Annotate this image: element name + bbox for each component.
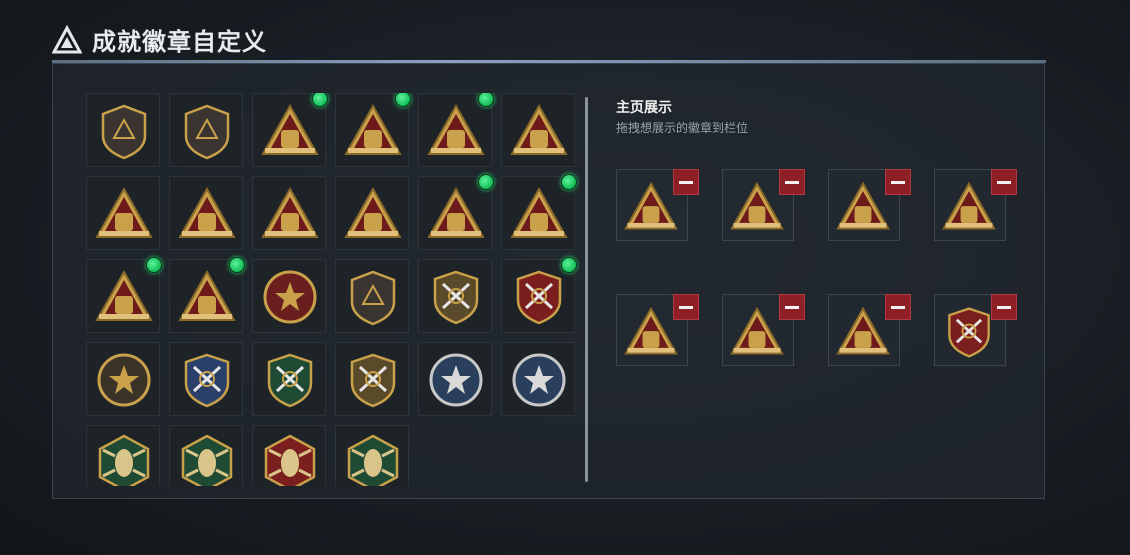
rocket-badge-icon (836, 306, 890, 355)
showcase-slot[interactable] (828, 294, 911, 366)
skull-target-badge-icon (97, 353, 151, 407)
red-star-crest-badge-icon (516, 270, 562, 325)
showcase-slot[interactable] (934, 294, 1017, 366)
case-57-badge-icon (836, 181, 890, 230)
wing-shield-badge-icon (350, 270, 396, 326)
new-indicator-dot (146, 257, 162, 273)
badge-cell[interactable] (169, 342, 243, 416)
star-crest-badge-icon (433, 270, 479, 325)
badge-cell[interactable] (335, 176, 409, 250)
number-one-badge-icon (344, 186, 402, 238)
remove-badge-button[interactable] (885, 169, 911, 195)
dragon-red-badge-icon (264, 434, 316, 486)
sack-55-badge-icon (261, 103, 319, 155)
triangle-logo-icon (52, 24, 82, 53)
new-indicator-dot (395, 93, 411, 107)
badge-grid[interactable] (86, 93, 581, 486)
remove-badge-button[interactable] (673, 294, 699, 320)
showcase-slot[interactable] (722, 169, 805, 241)
showcase-slot[interactable] (722, 294, 805, 366)
remove-badge-button[interactable] (779, 294, 805, 320)
remove-badge-button[interactable] (991, 169, 1017, 195)
badge-cell[interactable] (335, 425, 409, 486)
crate-56-badge-icon (344, 103, 402, 155)
remove-badge-button[interactable] (885, 294, 911, 320)
round-star-badge-icon (263, 270, 317, 324)
badge-cell[interactable] (169, 93, 243, 167)
badge-cell[interactable] (501, 342, 575, 416)
wasp-green-2-badge-icon (181, 434, 233, 486)
backpack-badge-icon (427, 186, 485, 238)
badge-cell[interactable] (86, 93, 160, 167)
showcase-subtitle: 拖拽想展示的徽章到栏位 (616, 121, 749, 135)
badge-cell[interactable] (418, 259, 492, 333)
badge-cell[interactable] (335, 93, 411, 167)
badge-cell[interactable] (335, 342, 409, 416)
badge-cell[interactable] (86, 176, 160, 250)
new-indicator-dot (312, 93, 328, 107)
green-crossed-rifles-badge-icon (267, 353, 313, 408)
remove-badge-button[interactable] (991, 294, 1017, 320)
new-indicator-dot (478, 174, 494, 190)
backpack-badge-icon (624, 306, 678, 355)
badge-cell[interactable] (418, 342, 492, 416)
crate-56-badge-icon (730, 181, 784, 230)
badge-cell[interactable] (252, 342, 326, 416)
showcase-slot[interactable] (934, 169, 1017, 241)
blue-crossed-rifles-badge-icon (184, 353, 230, 408)
badge-cell[interactable] (252, 259, 326, 333)
remove-badge-button[interactable] (673, 169, 699, 195)
gold-crossed-rifles-badge-icon (350, 353, 396, 408)
case-57-badge-icon (427, 103, 485, 155)
new-indicator-dot (229, 257, 245, 273)
hand-sign-badge-icon (178, 186, 236, 238)
badge-cell[interactable] (501, 174, 577, 250)
showcase-slot[interactable] (828, 169, 911, 241)
shield-logo-badge-icon (101, 104, 147, 160)
wasp-gold-badge-icon (347, 434, 399, 486)
new-indicator-dot (561, 257, 577, 273)
badge-cell[interactable] (335, 259, 409, 333)
new-indicator-dot (561, 174, 577, 190)
case-58-badge-icon (510, 103, 568, 155)
rocket-badge-icon (178, 269, 236, 321)
badge-cell[interactable] (501, 257, 577, 333)
badge-cell[interactable] (169, 425, 243, 486)
showcase-slot[interactable] (616, 169, 699, 241)
badge-cell[interactable] (418, 93, 494, 167)
squad-badge-icon (730, 306, 784, 355)
remove-badge-button[interactable] (779, 169, 805, 195)
badge-cell[interactable] (86, 257, 162, 333)
treasure-badge-icon (942, 181, 996, 230)
badge-cell[interactable] (252, 176, 326, 250)
badge-cell[interactable] (86, 425, 160, 486)
badge-cell[interactable] (169, 257, 245, 333)
page-header: 成就徽章自定义 (52, 22, 267, 57)
eagle-silver-badge-icon (512, 353, 566, 407)
badge-cell[interactable] (501, 93, 575, 167)
sack-55-badge-icon (624, 181, 678, 230)
sack-59-badge-icon (95, 186, 153, 238)
red-star-crest-badge-icon (948, 307, 990, 358)
new-indicator-dot (478, 93, 494, 107)
treasure-badge-icon (510, 186, 568, 238)
eagle-blue-badge-icon (429, 353, 483, 407)
helicopter-shield-badge-icon (184, 104, 230, 160)
squad-badge-icon (95, 269, 153, 321)
helmet-badge-icon (261, 186, 319, 238)
badge-cell[interactable] (252, 93, 328, 167)
showcase-title: 主页展示 (616, 100, 672, 116)
badge-cell[interactable] (169, 176, 243, 250)
page-title: 成就徽章自定义 (92, 28, 267, 56)
badge-cell[interactable] (418, 174, 494, 250)
wasp-green-badge-icon (98, 434, 150, 486)
badge-cell[interactable] (86, 342, 160, 416)
badge-panel: 主页展示 拖拽想展示的徽章到栏位 (52, 63, 1045, 499)
showcase-slot[interactable] (616, 294, 699, 366)
badge-cell[interactable] (252, 425, 326, 486)
grid-scrollbar[interactable] (585, 97, 588, 482)
